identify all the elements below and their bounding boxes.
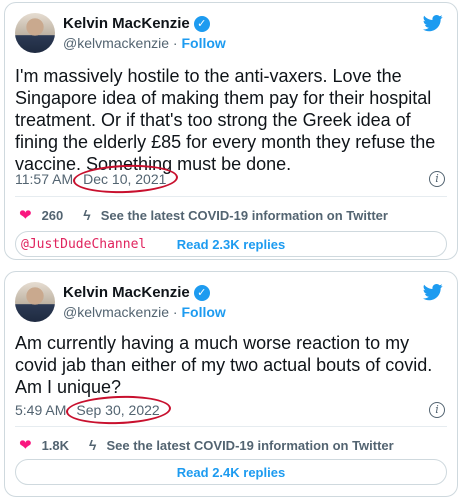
- tweet-date: Dec 10, 2021: [79, 169, 170, 189]
- separator: ·: [172, 304, 178, 320]
- lightning-icon: ϟ: [83, 207, 91, 223]
- avatar[interactable]: [15, 13, 55, 53]
- covid-info-link[interactable]: See the latest COVID-19 information on T…: [106, 438, 393, 453]
- read-replies-label: Read 2.4K replies: [176, 464, 286, 480]
- tweet-time: 11:57 AM: [15, 171, 74, 187]
- tweet-card: Kelvin MacKenzie ✓ @kelvmackenzie · Foll…: [4, 2, 458, 260]
- heart-icon[interactable]: ❤: [19, 206, 32, 224]
- author-handle[interactable]: @kelvmackenzie: [63, 304, 169, 320]
- read-replies-label: Read 2.3K replies: [176, 236, 286, 252]
- tweet-time: 5:49 AM: [15, 402, 67, 418]
- handle-row: @kelvmackenzie · Follow: [63, 35, 226, 51]
- action-row: ❤ 260 ϟ See the latest COVID-19 informat…: [19, 206, 447, 224]
- action-row: ❤ 1.8K ϟ See the latest COVID-19 informa…: [19, 436, 447, 454]
- author-handle[interactable]: @kelvmackenzie: [63, 35, 169, 51]
- watermark: @JustDudeChannel: [21, 237, 147, 252]
- heart-icon[interactable]: ❤: [19, 436, 32, 454]
- follow-button[interactable]: Follow: [181, 304, 225, 320]
- twitter-bird-icon[interactable]: [421, 282, 445, 302]
- info-icon[interactable]: i: [429, 402, 445, 418]
- verified-badge-icon: ✓: [193, 15, 210, 32]
- like-count[interactable]: 1.8K: [42, 438, 69, 453]
- info-icon[interactable]: i: [429, 171, 445, 187]
- tweet-text: I'm massively hostile to the anti-vaxers…: [15, 66, 436, 174]
- tweet-date: Sep 30, 2022: [72, 400, 163, 420]
- separator: ·: [172, 35, 178, 51]
- verified-badge-icon: ✓: [193, 284, 210, 301]
- author-row: Kelvin MacKenzie ✓: [63, 284, 210, 301]
- follow-button[interactable]: Follow: [181, 35, 225, 51]
- divider: [15, 196, 447, 197]
- twitter-bird-icon[interactable]: [421, 13, 445, 33]
- tweet-text: Am currently having a much worse reactio…: [15, 333, 433, 397]
- tweet-card: Kelvin MacKenzie ✓ @kelvmackenzie · Foll…: [4, 271, 458, 497]
- author-name[interactable]: Kelvin MacKenzie: [63, 15, 190, 32]
- divider: [15, 426, 447, 427]
- read-replies-button[interactable]: Read 2.4K replies: [15, 459, 447, 485]
- like-count[interactable]: 260: [42, 208, 64, 223]
- handle-row: @kelvmackenzie · Follow: [63, 304, 226, 320]
- author-row: Kelvin MacKenzie ✓: [63, 15, 210, 32]
- tweet-timestamp[interactable]: 11:57 AM Dec 10, 2021: [15, 169, 170, 189]
- lightning-icon: ϟ: [89, 437, 97, 453]
- tweet-timestamp[interactable]: 5:49 AM Sep 30, 2022: [15, 400, 164, 420]
- avatar[interactable]: [15, 282, 55, 322]
- covid-info-link[interactable]: See the latest COVID-19 information on T…: [101, 208, 388, 223]
- author-name[interactable]: Kelvin MacKenzie: [63, 284, 190, 301]
